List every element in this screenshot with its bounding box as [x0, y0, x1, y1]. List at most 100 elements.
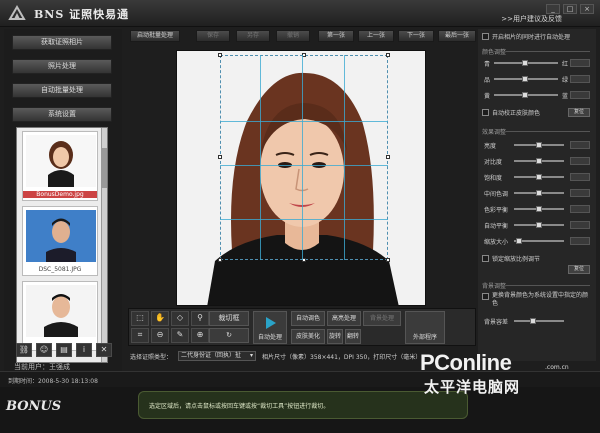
value-box[interactable]: [570, 75, 590, 83]
auto-skin-label: 自动校正皮肤颜色: [492, 110, 541, 117]
midtone-label: 中间色调: [484, 191, 509, 198]
background-button[interactable]: 背景处理: [363, 311, 401, 326]
zoom-in-icon[interactable]: ⊕: [191, 328, 209, 343]
value-box[interactable]: [570, 221, 590, 229]
crop-handle[interactable]: [386, 258, 390, 262]
slider-knob[interactable]: [536, 206, 542, 212]
value-box[interactable]: [570, 91, 590, 99]
link-icon[interactable]: ⛓: [16, 343, 32, 357]
thumbnail-list[interactable]: BonusDemo.jpg DSC_5081.JPG: [16, 127, 108, 363]
section-divider: [506, 51, 590, 52]
select-icon[interactable]: ⬚: [131, 311, 149, 326]
people-icon[interactable]: ☺: [36, 343, 52, 357]
slider-knob[interactable]: [522, 92, 528, 98]
minimize-button[interactable]: _: [546, 4, 560, 14]
nav-settings-button[interactable]: 系统设置: [12, 107, 112, 122]
hand-icon[interactable]: ✋: [151, 311, 169, 326]
rotate-button[interactable]: 旋转: [327, 329, 343, 344]
nav-get-photo-button[interactable]: 获取证照相片: [12, 35, 112, 50]
maximize-button[interactable]: □: [563, 4, 577, 14]
bg-replace-checkbox[interactable]: [482, 293, 489, 300]
magnify-icon[interactable]: ⚲: [191, 311, 209, 326]
info-icon[interactable]: i: [76, 343, 92, 357]
value-box[interactable]: [570, 141, 590, 149]
close-button[interactable]: ×: [580, 4, 594, 14]
slider-knob[interactable]: [536, 222, 542, 228]
crop-handle[interactable]: [386, 155, 390, 159]
crop-tool-button[interactable]: 裁切框: [209, 311, 249, 326]
app-title: BNS 证照快易通: [34, 8, 130, 21]
undo-button[interactable]: 撤销: [276, 30, 310, 42]
last-image-button[interactable]: 最后一张: [438, 30, 476, 42]
trash-icon[interactable]: ✕: [96, 343, 112, 357]
thumbnail-item[interactable]: BonusDemo.jpg: [22, 131, 98, 201]
document-icon[interactable]: ▤: [56, 343, 72, 357]
slider-knob[interactable]: [522, 76, 528, 82]
crop-handle[interactable]: [218, 155, 222, 159]
crop-icon[interactable]: ⌗: [131, 328, 149, 343]
value-box[interactable]: [570, 157, 590, 165]
bonus-logo: BONUS: [6, 399, 62, 414]
guide-line-top: [220, 121, 388, 122]
bg-tolerance-slider[interactable]: [514, 320, 564, 322]
crop-handle[interactable]: [218, 258, 222, 262]
app-logo-icon: [8, 5, 26, 20]
slider-knob[interactable]: [536, 142, 542, 148]
nav-batch-process-button[interactable]: 自动批量处理: [12, 83, 112, 98]
save-button[interactable]: 保存: [196, 30, 230, 42]
nav-photo-process-button[interactable]: 照片处理: [12, 59, 112, 74]
slider-knob[interactable]: [522, 60, 528, 66]
effect-reset-button[interactable]: 复位: [568, 265, 590, 274]
value-box[interactable]: [570, 189, 590, 197]
rotate-view-button[interactable]: ↻: [209, 328, 249, 343]
auto-balance-label: 自动平衡: [484, 223, 509, 230]
auto-color-button[interactable]: 自动调色: [291, 311, 325, 326]
pconline-watermark: PConline: [420, 350, 512, 375]
photo-canvas[interactable]: [176, 50, 426, 306]
brush-icon[interactable]: ✎: [171, 328, 189, 343]
value-box[interactable]: [570, 59, 590, 67]
crop-handle[interactable]: [386, 53, 390, 57]
slider-knob[interactable]: [516, 238, 522, 244]
feedback-link[interactable]: >>用户建议及反馈: [501, 14, 562, 24]
thumbnail-image: [26, 285, 96, 337]
flip-button[interactable]: 翻转: [345, 329, 361, 344]
crop-frame[interactable]: [218, 53, 390, 262]
thumbnail-scrollbar[interactable]: [101, 128, 107, 362]
pconline-cn-watermark: 太平洋电脑网: [424, 378, 521, 396]
guide-line-center: [302, 55, 303, 260]
value-box[interactable]: [570, 237, 590, 245]
slider-knob[interactable]: [530, 318, 536, 324]
highlight-button[interactable]: 高亮处理: [327, 311, 361, 326]
external-program-button[interactable]: 外部程序: [405, 311, 445, 344]
cert-type-label: 选择证照类型：: [130, 354, 173, 361]
contrast-label: 对比度: [484, 159, 503, 166]
scale-label: 缩放大小: [484, 239, 509, 246]
value-box[interactable]: [570, 205, 590, 213]
thumbnail-item[interactable]: DSC_5081.JPG: [22, 206, 98, 276]
thumbnail-item[interactable]: [22, 281, 98, 351]
eraser-icon[interactable]: ◇: [171, 311, 189, 326]
save-as-button[interactable]: 另存: [236, 30, 270, 42]
thumbnail-caption: DSC_5081.JPG: [38, 266, 82, 273]
chevron-down-icon: ▾: [249, 352, 253, 359]
prev-image-button[interactable]: 上一张: [358, 30, 394, 42]
skin-beautify-button[interactable]: 皮肤美化: [291, 329, 325, 344]
keep-ratio-checkbox[interactable]: [482, 255, 489, 262]
zoom-out-icon[interactable]: ⊖: [151, 328, 169, 343]
crop-handle[interactable]: [218, 53, 222, 57]
color-reset-button[interactable]: 复位: [568, 108, 590, 117]
next-image-button[interactable]: 下一张: [398, 30, 434, 42]
auto-skin-checkbox[interactable]: [482, 109, 489, 116]
slider-knob[interactable]: [536, 174, 542, 180]
color-section-title: 颜色调整: [482, 49, 507, 56]
auto-process-button[interactable]: 自动处理: [253, 311, 287, 344]
slider-knob[interactable]: [536, 190, 542, 196]
value-box[interactable]: [570, 173, 590, 181]
first-image-button[interactable]: 第一张: [318, 30, 354, 42]
auto-process-checkbox[interactable]: [482, 33, 489, 40]
bg-replace-label: 更换背景颜色为系统设置中指定的颜色: [492, 292, 589, 307]
slider-knob[interactable]: [536, 158, 542, 164]
start-batch-button[interactable]: 启动批量处理: [130, 30, 180, 42]
cert-type-select[interactable]: 二代身份证（回执）扯 ▾: [178, 351, 256, 361]
